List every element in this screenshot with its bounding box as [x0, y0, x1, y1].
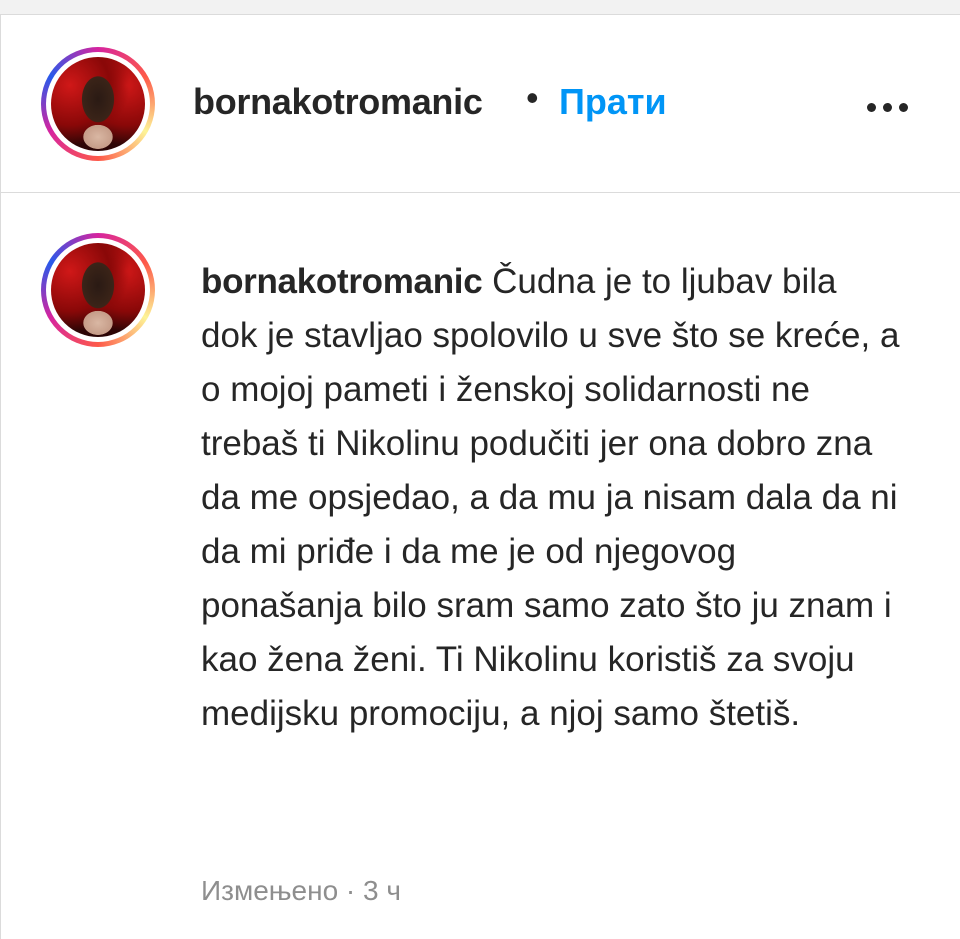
dot: [899, 103, 908, 112]
comment-avatar[interactable]: [41, 233, 155, 347]
separator-dot: •: [526, 77, 539, 118]
comment-meta: Измењено · 3 ч: [201, 875, 401, 906]
follow-button[interactable]: Прати: [559, 81, 667, 123]
dot: [867, 103, 876, 112]
avatar-border: [46, 52, 150, 156]
dot: [883, 103, 892, 112]
avatar-photo: [51, 243, 145, 337]
instagram-post-panel: bornakotromanic • Прати bornakotromanic …: [0, 14, 960, 939]
comment-text: Čudna je to ljubav bila dok je stavljao …: [201, 262, 900, 733]
avatar-photo: [51, 57, 145, 151]
comment-body: bornakotromanic Čudna je to ljubav bila …: [201, 255, 901, 741]
more-options-icon[interactable]: [859, 97, 919, 117]
avatar-border: [46, 238, 150, 342]
header-avatar[interactable]: [41, 47, 155, 161]
post-header: bornakotromanic • Прати: [1, 15, 960, 193]
comment-username[interactable]: bornakotromanic: [201, 262, 483, 301]
header-username[interactable]: bornakotromanic: [193, 81, 483, 123]
